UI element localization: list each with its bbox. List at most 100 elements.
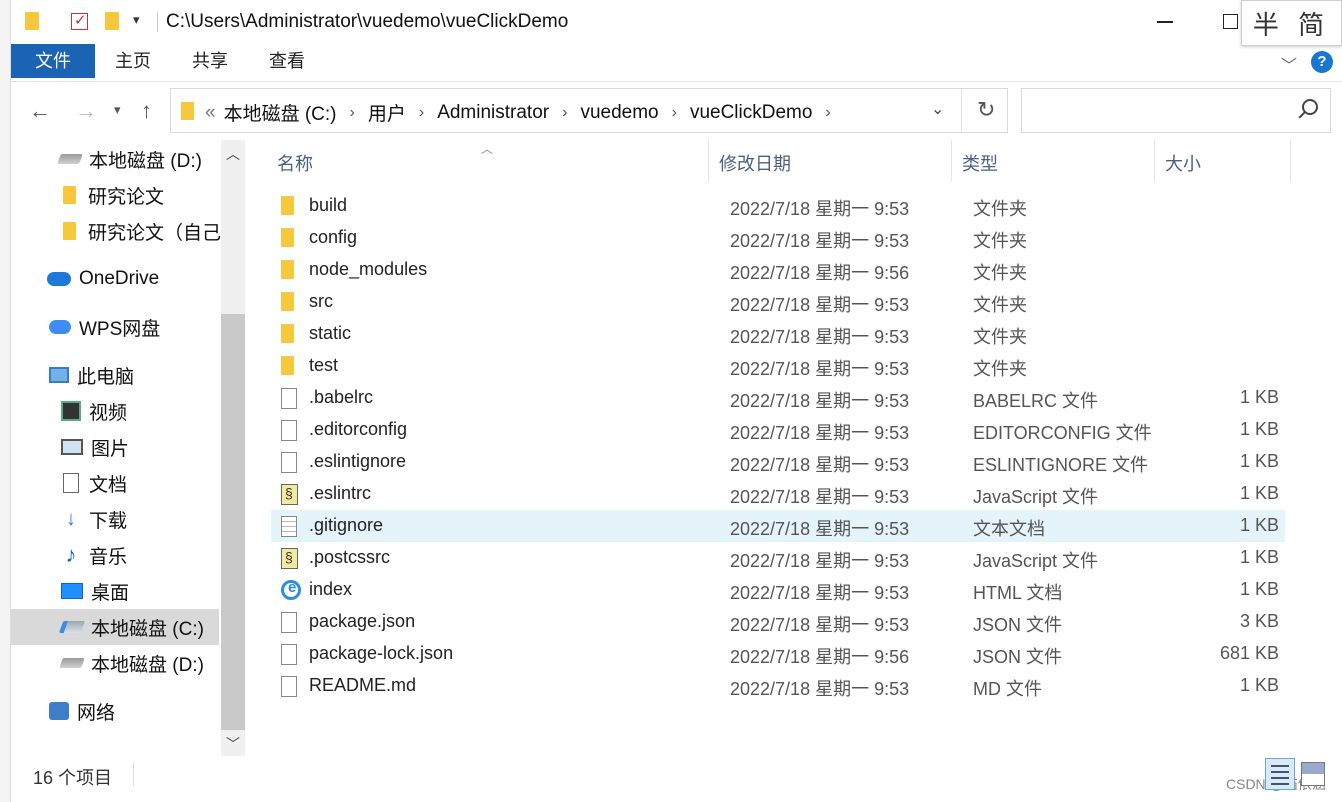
chevron-right-icon[interactable]: › [419,104,424,122]
maximize-button[interactable] [1223,14,1238,29]
new-folder-icon[interactable] [105,12,119,30]
js-file-icon [281,548,298,569]
chevron-right-icon[interactable]: › [825,104,830,122]
title-bar: ▾ C:\Users\Administrator\vuedemo\vueClic… [11,0,1342,46]
js-file-icon [281,484,298,505]
sidebar-item-drive-c[interactable]: 本地磁盘 (C:) [11,609,219,645]
forward-arrow-icon[interactable]: → [75,98,97,124]
file-date: 2022/7/18 星期一 9:53 [730,615,910,635]
breadcrumb-item-vuedemo[interactable]: vuedemo [580,102,658,124]
sidebar-item-drive-d-2[interactable]: 本地磁盘 (D:) [59,646,204,680]
sidebar-item-research-papers[interactable]: 研究论文 [63,178,164,212]
search-icon[interactable] [1302,99,1318,115]
sidebar-item-music[interactable]: ♪ 音乐 [61,538,128,572]
file-name: package.json [309,611,416,631]
file-row[interactable]: index 2022/7/18 星期一 9:53 HTML 文档 1 KB [271,574,1285,606]
file-date: 2022/7/18 星期一 9:53 [730,199,910,219]
html-file-icon [281,579,301,600]
scroll-down-icon[interactable]: ﹀ [226,734,240,754]
tab-home[interactable]: 主页 [111,44,155,78]
file-row[interactable]: .editorconfig 2022/7/18 星期一 9:53 EDITORCON… [271,414,1285,446]
column-divider[interactable] [1154,140,1155,182]
ime-indicator[interactable]: 半 简 [1241,0,1342,46]
file-row[interactable]: node_modules 2022/7/18 星期一 9:56 文件夹 [271,254,1285,286]
column-divider[interactable] [1290,140,1291,182]
file-row[interactable]: package-lock.json 2022/7/18 星期一 9:56 JSON … [271,638,1285,670]
scroll-up-icon[interactable]: ︿ [226,144,240,164]
sidebar-item-research-papers-own[interactable]: 研究论文（自己) [63,214,227,248]
recent-locations-chevron-icon[interactable]: ▾ [114,102,121,118]
refresh-icon[interactable]: ↻ [977,97,995,123]
breadcrumb-item-drive-c[interactable]: 本地磁盘 (C:) [224,99,337,126]
column-header-date[interactable]: 修改日期 [719,150,791,176]
file-row[interactable]: .gitignore 2022/7/18 星期一 9:53 文本文档 1 KB [271,510,1285,542]
file-row[interactable]: test 2022/7/18 星期一 9:53 文件夹 [271,350,1285,382]
sidebar-item-network[interactable]: 网络 [49,694,115,728]
address-history-chevron-icon[interactable]: ⌄ [931,99,944,119]
minimize-button[interactable] [1157,21,1173,23]
column-header-name[interactable]: 名称 [277,150,313,176]
file-date: 2022/7/18 星期一 9:56 [730,647,910,667]
column-divider[interactable] [708,140,709,182]
sidebar-item-wps-cloud[interactable]: WPS网盘 [49,310,160,344]
chevron-right-icon[interactable]: › [350,104,355,122]
sidebar-item-downloads[interactable]: ↓ 下载 [61,502,127,536]
file-row[interactable]: .eslintignore 2022/7/18 星期一 9:53 ESLINTIGN… [271,446,1285,478]
file-date: 2022/7/18 星期一 9:53 [730,231,910,251]
up-arrow-icon[interactable]: ↑ [141,98,152,124]
sidebar-item-label: 视频 [89,402,128,424]
breadcrumb-item-vueclickdemo[interactable]: vueClickDemo [690,102,812,124]
sidebar-scrollbar[interactable]: ︿ ﹀ [221,140,245,756]
file-name: .babelrc [309,387,374,407]
back-arrow-icon[interactable]: ← [29,98,51,124]
tab-file[interactable]: 文件 [11,44,95,78]
sidebar-item-this-pc[interactable]: 此电脑 [49,358,134,392]
file-row[interactable]: .postcssrc 2022/7/18 星期一 9:53 JavaScript 文… [271,542,1285,574]
column-header-size[interactable]: 大小 [1165,150,1201,176]
file-type: MD 文件 [973,679,1042,699]
details-view-button[interactable] [1265,758,1295,790]
expand-ribbon-icon[interactable]: ﹀ [1281,52,1297,76]
sidebar-item-documents[interactable]: 文档 [63,466,127,500]
item-count: 16 个项目 [33,768,113,788]
network-icon [49,702,69,720]
file-row[interactable]: README.md 2022/7/18 星期一 9:53 MD 文件 1 KB [271,670,1285,702]
sidebar-item-label: 此电脑 [77,366,135,388]
file-row[interactable]: static 2022/7/18 星期一 9:53 文件夹 [271,318,1285,350]
file-date: 2022/7/18 星期一 9:53 [730,423,910,443]
large-icons-view-button[interactable] [1301,762,1325,786]
sidebar-item-drive-d[interactable]: 本地磁盘 (D:) [57,142,202,176]
chevron-right-icon[interactable]: › [672,104,677,122]
chevron-right-icon[interactable]: › [562,104,567,122]
scrollbar-thumb[interactable] [221,314,245,730]
breadcrumb-item-administrator[interactable]: Administrator [437,102,549,124]
column-divider[interactable] [951,140,952,182]
column-header-type[interactable]: 类型 [962,150,998,176]
sidebar-item-desktop[interactable]: 桌面 [61,574,129,608]
file-name: static [309,323,352,343]
breadcrumb-overflow[interactable]: « [205,102,216,124]
sidebar-item-label: 本地磁盘 (D:) [89,150,202,172]
help-icon[interactable]: ? [1311,51,1333,73]
search-input[interactable] [1021,88,1331,133]
folder-icon [281,228,294,247]
breadcrumb-item-users[interactable]: 用户 [368,99,406,126]
file-row[interactable]: package.json 2022/7/18 星期一 9:53 JSON 文件 3 K… [271,606,1285,638]
file-row[interactable]: src 2022/7/18 星期一 9:53 文件夹 [271,286,1285,318]
sidebar-item-label: 本地磁盘 (D:) [91,654,204,676]
file-name: src [309,291,333,311]
customize-quick-access-icon[interactable]: ▾ [133,12,140,28]
properties-icon[interactable] [71,11,88,30]
file-row[interactable]: build 2022/7/18 星期一 9:53 文件夹 [271,190,1285,222]
file-row[interactable]: config 2022/7/18 星期一 9:53 文件夹 [271,222,1285,254]
sidebar-item-onedrive[interactable]: OneDrive [47,262,159,296]
file-type: BABELRC 文件 [973,391,1099,411]
file-row[interactable]: .eslintrc 2022/7/18 星期一 9:53 JavaScript 文件… [271,478,1285,510]
drive-icon [59,658,85,668]
tab-view[interactable]: 查看 [265,44,309,78]
sidebar-item-pictures[interactable]: 图片 [61,430,129,464]
tab-share[interactable]: 共享 [188,44,232,78]
sidebar-item-videos[interactable]: 视频 [61,394,127,428]
file-row[interactable]: .babelrc 2022/7/18 星期一 9:53 BABELRC 文件 1 KB [271,382,1285,414]
address-bar[interactable]: « 本地磁盘 (C:) › 用户 › Administrator › vuede… [170,88,1008,133]
